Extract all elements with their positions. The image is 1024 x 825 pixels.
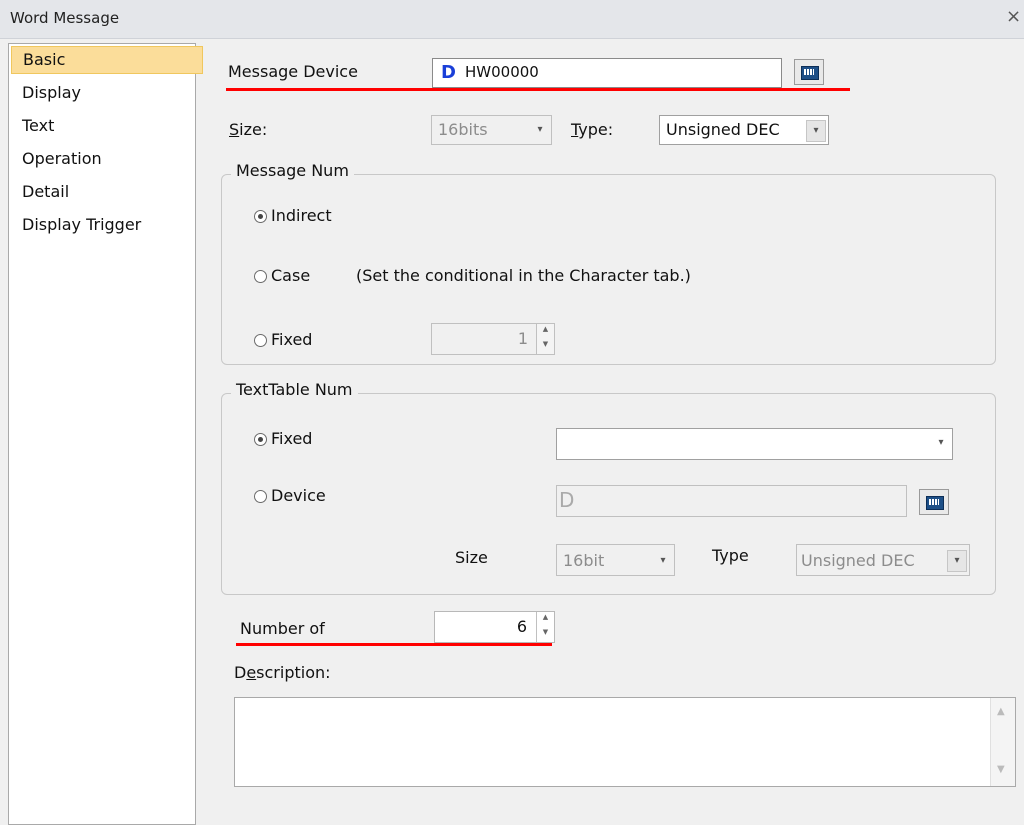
chevron-down-icon: ▾ (660, 555, 666, 566)
number-of-stepper[interactable]: 6 ▲ ▼ (434, 611, 555, 643)
textarea-scrollbar[interactable]: ▲ ▼ (990, 698, 1015, 786)
description-label: Description: (234, 663, 331, 682)
case-label: Case (271, 266, 311, 285)
case-radio[interactable] (254, 270, 267, 283)
texttable-size-label: Size (455, 548, 488, 567)
message-device-value: HW00000 (465, 63, 539, 81)
fixed-number-stepper[interactable]: 1 ▲ ▼ (431, 323, 555, 355)
number-of-value: 6 (516, 617, 527, 636)
stepper-down-icon[interactable]: ▼ (537, 627, 554, 642)
texttable-type-select[interactable]: Unsigned DEC ▾ (796, 544, 970, 576)
device-browse-button[interactable] (794, 59, 824, 85)
chevron-down-icon: ▾ (938, 437, 944, 448)
stepper-up-icon[interactable]: ▲ (537, 324, 554, 339)
chevron-down-icon: ▾ (537, 124, 543, 135)
texttable-type-value: Unsigned DEC (801, 551, 915, 570)
chevron-down-icon: ▾ (947, 550, 967, 572)
type-value: Unsigned DEC (666, 120, 780, 139)
message-num-legend: Message Num (231, 161, 354, 180)
texttable-device-input[interactable]: D (556, 485, 907, 517)
size-select[interactable]: 16bits ▾ (431, 115, 552, 145)
device-table-icon (801, 66, 819, 80)
underline-annotation (236, 643, 552, 646)
sidebar: Basic Display Text Operation Detail Disp… (8, 43, 203, 825)
sidebar-item-operation[interactable]: Operation (11, 145, 201, 173)
chevron-down-icon: ▾ (806, 120, 826, 142)
sidebar-item-display-trigger[interactable]: Display Trigger (11, 211, 201, 239)
texttable-fixed-label: Fixed (271, 429, 313, 448)
size-label-text: ize: (239, 120, 268, 139)
texttable-num-legend: TextTable Num (231, 380, 358, 399)
texttable-size-select[interactable]: 16bit ▾ (556, 544, 675, 576)
stepper-buttons[interactable]: ▲ ▼ (536, 324, 554, 354)
message-device-input[interactable]: D HW00000 (432, 58, 782, 88)
texttable-device-browse-button[interactable] (919, 489, 949, 515)
fixed-label: Fixed (271, 330, 313, 349)
size-label: Size: (229, 120, 268, 139)
texttable-size-value: 16bit (563, 551, 605, 570)
fixed-radio[interactable] (254, 334, 267, 347)
sidebar-item-detail[interactable]: Detail (11, 178, 201, 206)
window-title: Word Message (10, 9, 120, 27)
type-label: Type: (571, 120, 614, 139)
underline-annotation (226, 88, 850, 91)
case-note: (Set the conditional in the Character ta… (356, 266, 691, 285)
scroll-down-icon[interactable]: ▼ (997, 764, 1005, 775)
sidebar-item-basic[interactable]: Basic (11, 46, 203, 74)
description-label-text: Description: (234, 663, 331, 682)
stepper-buttons[interactable]: ▲ ▼ (536, 612, 554, 642)
stepper-up-icon[interactable]: ▲ (537, 612, 554, 627)
texttable-fixed-select[interactable]: ▾ (556, 428, 953, 460)
sidebar-item-text[interactable]: Text (11, 112, 201, 140)
texttable-device-radio[interactable] (254, 490, 267, 503)
title-bar: Word Message × (0, 0, 1024, 39)
texttable-fixed-radio[interactable] (254, 433, 267, 446)
description-textarea[interactable]: ▲ ▼ (234, 697, 1016, 787)
size-value: 16bits (438, 120, 488, 139)
type-select[interactable]: Unsigned DEC ▾ (659, 115, 829, 145)
scroll-up-icon[interactable]: ▲ (997, 706, 1005, 717)
device-table-icon (926, 496, 944, 510)
fixed-number-value: 1 (517, 329, 528, 348)
indirect-radio[interactable] (254, 210, 267, 223)
sidebar-item-display[interactable]: Display (11, 79, 201, 107)
stepper-down-icon[interactable]: ▼ (537, 339, 554, 354)
number-of-label: Number of (240, 619, 325, 638)
message-device-label: Message Device (228, 62, 358, 81)
close-icon[interactable]: × (1006, 6, 1021, 27)
indirect-label: Indirect (271, 206, 332, 225)
texttable-type-label: Type (712, 546, 749, 565)
texttable-device-value: D (559, 488, 575, 512)
texttable-device-label: Device (271, 486, 326, 505)
device-prefix: D (441, 62, 456, 83)
